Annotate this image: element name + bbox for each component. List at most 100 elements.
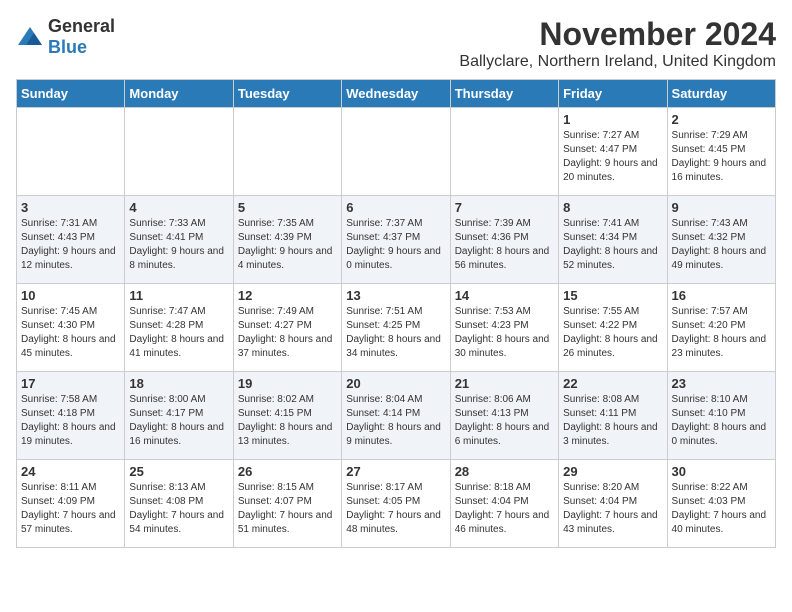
header-thursday: Thursday bbox=[450, 80, 558, 108]
day-number: 3 bbox=[21, 200, 120, 215]
day-cell: 11 Sunrise: 7:47 AM Sunset: 4:28 PM Dayli… bbox=[125, 284, 233, 372]
day-number: 27 bbox=[346, 464, 445, 479]
day-cell: 29 Sunrise: 8:20 AM Sunset: 4:04 PM Dayli… bbox=[559, 460, 667, 548]
day-cell: 14Sunrise: 7:53 AM Sunset: 4:23 PM Dayli… bbox=[450, 284, 558, 372]
day-cell: 24Sunrise: 8:11 AM Sunset: 4:09 PM Dayli… bbox=[17, 460, 125, 548]
header-saturday: Saturday bbox=[667, 80, 775, 108]
day-number: 20 bbox=[346, 376, 445, 391]
day-cell: 8Sunrise: 7:41 AM Sunset: 4:34 PM Daylig… bbox=[559, 196, 667, 284]
day-number: 16 bbox=[672, 288, 771, 303]
day-cell: 16 Sunrise: 7:57 AM Sunset: 4:20 PM Dayli… bbox=[667, 284, 775, 372]
logo: General Blue bbox=[16, 16, 115, 58]
day-number: 30 bbox=[672, 464, 771, 479]
day-cell: 27 Sunrise: 8:17 AM Sunset: 4:05 PM Dayli… bbox=[342, 460, 450, 548]
week-row-4: 17 Sunrise: 7:58 AM Sunset: 4:18 PM Dayli… bbox=[17, 372, 776, 460]
day-info: Sunrise: 7:49 AM Sunset: 4:27 PM Dayligh… bbox=[238, 305, 337, 361]
day-info: Sunrise: 7:45 AM Sunset: 4:30 PM Dayligh… bbox=[21, 305, 120, 361]
day-cell: 25 Sunrise: 8:13 AM Sunset: 4:08 PM Dayli… bbox=[125, 460, 233, 548]
day-info: Sunrise: 8:13 AM Sunset: 4:08 PM Dayligh… bbox=[129, 481, 228, 537]
day-info: Sunrise: 8:06 AM Sunset: 4:13 PM Dayligh… bbox=[455, 393, 554, 449]
day-cell bbox=[125, 108, 233, 196]
title-area: November 2024 Ballyclare, Northern Irela… bbox=[459, 16, 776, 71]
day-info: Sunrise: 8:11 AM Sunset: 4:09 PM Dayligh… bbox=[21, 481, 120, 537]
day-info: Sunrise: 8:04 AM Sunset: 4:14 PM Dayligh… bbox=[346, 393, 445, 449]
day-info: Sunrise: 7:58 AM Sunset: 4:18 PM Dayligh… bbox=[21, 393, 120, 449]
header-monday: Monday bbox=[125, 80, 233, 108]
header-tuesday: Tuesday bbox=[233, 80, 341, 108]
day-number: 18 bbox=[129, 376, 228, 391]
header-friday: Friday bbox=[559, 80, 667, 108]
header-row: SundayMondayTuesdayWednesdayThursdayFrid… bbox=[17, 80, 776, 108]
day-cell: 22Sunrise: 8:08 AM Sunset: 4:11 PM Dayli… bbox=[559, 372, 667, 460]
day-cell bbox=[233, 108, 341, 196]
day-info: Sunrise: 7:41 AM Sunset: 4:34 PM Dayligh… bbox=[563, 217, 662, 273]
day-cell bbox=[17, 108, 125, 196]
day-info: Sunrise: 8:22 AM Sunset: 4:03 PM Dayligh… bbox=[672, 481, 771, 537]
day-info: Sunrise: 8:10 AM Sunset: 4:10 PM Dayligh… bbox=[672, 393, 771, 449]
month-title: November 2024 bbox=[459, 16, 776, 53]
day-number: 25 bbox=[129, 464, 228, 479]
day-info: Sunrise: 8:15 AM Sunset: 4:07 PM Dayligh… bbox=[238, 481, 337, 537]
day-cell: 9Sunrise: 7:43 AM Sunset: 4:32 PM Daylig… bbox=[667, 196, 775, 284]
day-cell: 28 Sunrise: 8:18 AM Sunset: 4:04 PM Dayli… bbox=[450, 460, 558, 548]
day-cell: 1Sunrise: 7:27 AM Sunset: 4:47 PM Daylig… bbox=[559, 108, 667, 196]
day-cell: 6Sunrise: 7:37 AM Sunset: 4:37 PM Daylig… bbox=[342, 196, 450, 284]
day-cell: 26 Sunrise: 8:15 AM Sunset: 4:07 PM Dayli… bbox=[233, 460, 341, 548]
day-info: Sunrise: 8:02 AM Sunset: 4:15 PM Dayligh… bbox=[238, 393, 337, 449]
day-cell bbox=[342, 108, 450, 196]
week-row-1: 1Sunrise: 7:27 AM Sunset: 4:47 PM Daylig… bbox=[17, 108, 776, 196]
day-number: 21 bbox=[455, 376, 554, 391]
header-wednesday: Wednesday bbox=[342, 80, 450, 108]
day-cell: 30 Sunrise: 8:22 AM Sunset: 4:03 PM Dayli… bbox=[667, 460, 775, 548]
day-info: Sunrise: 8:00 AM Sunset: 4:17 PM Dayligh… bbox=[129, 393, 228, 449]
day-number: 7 bbox=[455, 200, 554, 215]
day-info: Sunrise: 7:31 AM Sunset: 4:43 PM Dayligh… bbox=[21, 217, 120, 273]
day-cell: 23 Sunrise: 8:10 AM Sunset: 4:10 PM Dayli… bbox=[667, 372, 775, 460]
day-number: 12 bbox=[238, 288, 337, 303]
day-info: Sunrise: 7:37 AM Sunset: 4:37 PM Dayligh… bbox=[346, 217, 445, 273]
day-info: Sunrise: 7:47 AM Sunset: 4:28 PM Dayligh… bbox=[129, 305, 228, 361]
day-cell: 10 Sunrise: 7:45 AM Sunset: 4:30 PM Dayli… bbox=[17, 284, 125, 372]
day-number: 11 bbox=[129, 288, 228, 303]
day-info: Sunrise: 8:20 AM Sunset: 4:04 PM Dayligh… bbox=[563, 481, 662, 537]
logo-icon bbox=[16, 23, 44, 51]
day-number: 10 bbox=[21, 288, 120, 303]
day-info: Sunrise: 7:51 AM Sunset: 4:25 PM Dayligh… bbox=[346, 305, 445, 361]
day-number: 17 bbox=[21, 376, 120, 391]
day-number: 5 bbox=[238, 200, 337, 215]
day-number: 28 bbox=[455, 464, 554, 479]
day-cell: 7Sunrise: 7:39 AM Sunset: 4:36 PM Daylig… bbox=[450, 196, 558, 284]
day-info: Sunrise: 7:35 AM Sunset: 4:39 PM Dayligh… bbox=[238, 217, 337, 273]
header-sunday: Sunday bbox=[17, 80, 125, 108]
day-number: 19 bbox=[238, 376, 337, 391]
day-cell: 20 Sunrise: 8:04 AM Sunset: 4:14 PM Dayli… bbox=[342, 372, 450, 460]
location-title: Ballyclare, Northern Ireland, United Kin… bbox=[459, 53, 776, 71]
day-info: Sunrise: 7:55 AM Sunset: 4:22 PM Dayligh… bbox=[563, 305, 662, 361]
day-cell: 2Sunrise: 7:29 AM Sunset: 4:45 PM Daylig… bbox=[667, 108, 775, 196]
week-row-5: 24Sunrise: 8:11 AM Sunset: 4:09 PM Dayli… bbox=[17, 460, 776, 548]
logo-blue: Blue bbox=[48, 37, 87, 57]
day-cell: 13Sunrise: 7:51 AM Sunset: 4:25 PM Dayli… bbox=[342, 284, 450, 372]
day-number: 4 bbox=[129, 200, 228, 215]
calendar-table: SundayMondayTuesdayWednesdayThursdayFrid… bbox=[16, 79, 776, 548]
day-info: Sunrise: 7:57 AM Sunset: 4:20 PM Dayligh… bbox=[672, 305, 771, 361]
day-cell: 17 Sunrise: 7:58 AM Sunset: 4:18 PM Dayli… bbox=[17, 372, 125, 460]
day-info: Sunrise: 7:33 AM Sunset: 4:41 PM Dayligh… bbox=[129, 217, 228, 273]
day-number: 22 bbox=[563, 376, 662, 391]
week-row-3: 10 Sunrise: 7:45 AM Sunset: 4:30 PM Dayli… bbox=[17, 284, 776, 372]
logo-general: General bbox=[48, 16, 115, 36]
day-info: Sunrise: 8:17 AM Sunset: 4:05 PM Dayligh… bbox=[346, 481, 445, 537]
day-cell: 12 Sunrise: 7:49 AM Sunset: 4:27 PM Dayli… bbox=[233, 284, 341, 372]
day-cell: 3 Sunrise: 7:31 AM Sunset: 4:43 PM Daylig… bbox=[17, 196, 125, 284]
day-cell: 21 Sunrise: 8:06 AM Sunset: 4:13 PM Dayli… bbox=[450, 372, 558, 460]
day-cell: 4 Sunrise: 7:33 AM Sunset: 4:41 PM Daylig… bbox=[125, 196, 233, 284]
day-cell: 19 Sunrise: 8:02 AM Sunset: 4:15 PM Dayli… bbox=[233, 372, 341, 460]
day-number: 29 bbox=[563, 464, 662, 479]
header: General Blue November 2024 Ballyclare, N… bbox=[16, 16, 776, 71]
day-number: 26 bbox=[238, 464, 337, 479]
day-info: Sunrise: 7:29 AM Sunset: 4:45 PM Dayligh… bbox=[672, 129, 771, 185]
day-info: Sunrise: 8:18 AM Sunset: 4:04 PM Dayligh… bbox=[455, 481, 554, 537]
day-cell: 18 Sunrise: 8:00 AM Sunset: 4:17 PM Dayli… bbox=[125, 372, 233, 460]
day-number: 23 bbox=[672, 376, 771, 391]
day-info: Sunrise: 7:53 AM Sunset: 4:23 PM Dayligh… bbox=[455, 305, 554, 361]
